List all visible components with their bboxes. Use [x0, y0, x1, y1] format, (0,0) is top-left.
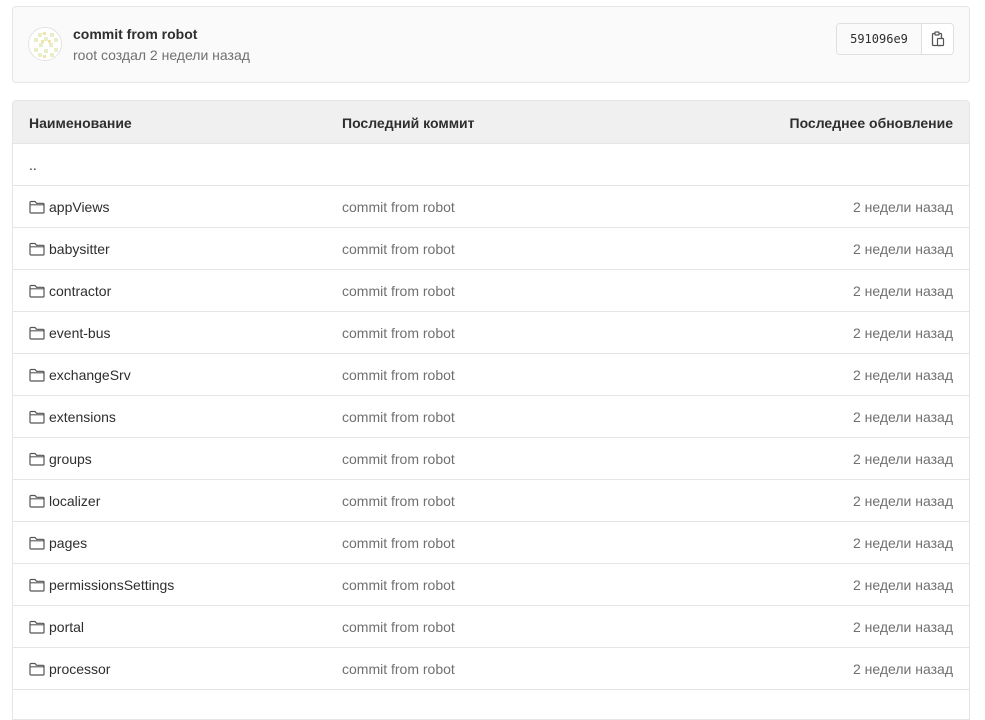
folder-link[interactable]: event-bus: [29, 325, 110, 341]
folder-link[interactable]: localizer: [29, 493, 100, 509]
row-last-update: 2 недели назад: [853, 577, 953, 593]
row-last-commit[interactable]: commit from robot: [342, 283, 455, 299]
folder-icon: [29, 200, 45, 214]
row-last-commit[interactable]: commit from robot: [342, 493, 455, 509]
table-row[interactable]: exchangeSrv commit from robot 2 недели наз…: [13, 354, 969, 396]
folder-icon: [29, 494, 45, 508]
folder-link[interactable]: permissionsSettings: [29, 577, 174, 593]
folder-name[interactable]: processor: [49, 661, 110, 677]
table-header: Наименование Последний коммит Последнее …: [13, 101, 969, 144]
clipboard-icon: [931, 31, 944, 47]
folder-name[interactable]: localizer: [49, 493, 100, 509]
table-row[interactable]: contractor commit from robot 2 недели наза…: [13, 270, 969, 312]
folder-link[interactable]: extensions: [29, 409, 116, 425]
folder-icon: [29, 410, 45, 424]
table-row[interactable]: appViews commit from robot 2 недели назад: [13, 186, 969, 228]
commit-title[interactable]: commit from robot: [73, 26, 197, 42]
row-last-commit[interactable]: commit from robot: [342, 367, 455, 383]
header-last-commit: Последний коммит: [342, 115, 475, 131]
folder-name[interactable]: babysitter: [49, 241, 110, 257]
row-last-update: 2 недели назад: [853, 199, 953, 215]
table-row[interactable]: portal commit from robot 2 недели назад: [13, 606, 969, 648]
file-tree-table: Наименование Последний коммит Последнее …: [12, 100, 970, 720]
commit-sha-group: 591096e9: [836, 23, 954, 55]
row-last-update: 2 недели назад: [853, 241, 953, 257]
folder-name[interactable]: groups: [49, 451, 92, 467]
table-row[interactable]: babysitter commit from robot 2 недели наза…: [13, 228, 969, 270]
row-last-update: 2 недели назад: [853, 451, 953, 467]
folder-icon: [29, 242, 45, 256]
folder-name[interactable]: exchangeSrv: [49, 367, 131, 383]
table-row[interactable]: processor commit from robot 2 недели назад: [13, 648, 969, 690]
row-last-update: 2 недели назад: [853, 325, 953, 341]
table-row[interactable]: event-bus commit from robot 2 недели назад: [13, 312, 969, 354]
table-row[interactable]: localizer commit from robot 2 недели назад: [13, 480, 969, 522]
table-row[interactable]: pages commit from robot 2 недели назад: [13, 522, 969, 564]
row-last-update: 2 недели назад: [853, 619, 953, 635]
row-last-commit[interactable]: commit from robot: [342, 409, 455, 425]
folder-icon: [29, 620, 45, 634]
folder-icon: [29, 452, 45, 466]
row-last-commit[interactable]: commit from robot: [342, 451, 455, 467]
last-commit-panel: commit from robot root создал 2 недели н…: [12, 6, 970, 83]
folder-name[interactable]: pages: [49, 535, 87, 551]
folder-link[interactable]: appViews: [29, 199, 109, 215]
table-row[interactable]: groups commit from robot 2 недели назад: [13, 438, 969, 480]
row-last-update: 2 недели назад: [853, 409, 953, 425]
parent-directory-link[interactable]: ..: [29, 157, 37, 173]
table-row[interactable]: extensions commit from robot 2 недели наза…: [13, 396, 969, 438]
row-last-update: 2 недели назад: [853, 661, 953, 677]
commit-sha[interactable]: 591096e9: [837, 24, 922, 54]
folder-icon: [29, 578, 45, 592]
header-last-update: Последнее обновление: [789, 115, 954, 131]
folder-icon: [29, 662, 45, 676]
folder-link[interactable]: processor: [29, 661, 110, 677]
commit-meta: root создал 2 недели назад: [73, 47, 250, 63]
row-last-update: 2 недели назад: [853, 535, 953, 551]
folder-name[interactable]: portal: [49, 619, 84, 635]
folder-icon: [29, 284, 45, 298]
parent-directory-row[interactable]: ..: [13, 144, 969, 186]
folder-icon: [29, 368, 45, 382]
folder-name[interactable]: event-bus: [49, 325, 110, 341]
folder-link[interactable]: babysitter: [29, 241, 110, 257]
folder-name[interactable]: permissionsSettings: [49, 577, 174, 593]
folder-link[interactable]: exchangeSrv: [29, 367, 131, 383]
row-last-commit[interactable]: commit from robot: [342, 535, 455, 551]
row-last-update: 2 недели назад: [853, 283, 953, 299]
row-last-commit[interactable]: commit from robot: [342, 325, 455, 341]
folder-link[interactable]: contractor: [29, 283, 111, 299]
row-last-commit[interactable]: commit from robot: [342, 661, 455, 677]
folder-name[interactable]: extensions: [49, 409, 116, 425]
row-last-commit[interactable]: commit from robot: [342, 241, 455, 257]
row-last-commit[interactable]: commit from robot: [342, 199, 455, 215]
folder-link[interactable]: pages: [29, 535, 87, 551]
copy-sha-button[interactable]: [922, 24, 953, 54]
row-last-update: 2 недели назад: [853, 493, 953, 509]
row-last-update: 2 недели назад: [853, 367, 953, 383]
table-row[interactable]: permissionsSettings commit from robot 2 не…: [13, 564, 969, 606]
folder-link[interactable]: groups: [29, 451, 92, 467]
folder-name[interactable]: appViews: [49, 199, 109, 215]
folder-icon: [29, 536, 45, 550]
row-last-commit[interactable]: commit from robot: [342, 577, 455, 593]
header-name: Наименование: [29, 115, 132, 131]
folder-icon: [29, 326, 45, 340]
folder-name[interactable]: contractor: [49, 283, 111, 299]
row-last-commit[interactable]: commit from robot: [342, 619, 455, 635]
author-avatar[interactable]: [28, 27, 62, 61]
folder-link[interactable]: portal: [29, 619, 84, 635]
